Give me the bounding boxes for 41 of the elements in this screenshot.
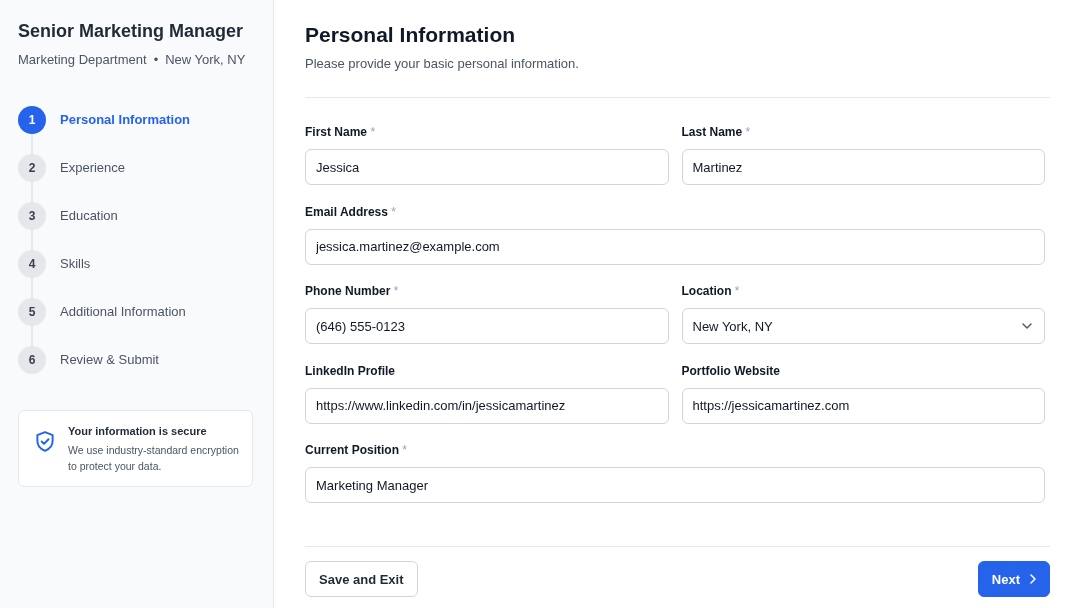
chevron-down-icon: [1022, 323, 1032, 329]
field-label: LinkedIn Profile: [305, 362, 395, 379]
chevron-right-icon: [1030, 574, 1036, 584]
separator-dot: •: [153, 51, 159, 69]
field-label: Last Name *: [681, 124, 751, 140]
field-label: Portfolio Website: [681, 362, 780, 379]
next-button[interactable]: Next: [977, 561, 1050, 597]
step-link[interactable]: Personal Information: [60, 111, 191, 129]
select-field[interactable]: New York, NY: [681, 308, 1045, 344]
text-field[interactable]: Jessica: [305, 149, 669, 185]
page-title: Personal Information: [305, 22, 517, 48]
field-label: Phone Number *: [305, 283, 399, 299]
step-number: 3: [18, 202, 46, 230]
text-field[interactable]: (646) 555-0123: [305, 308, 669, 344]
notice-text: We use industry-standard encryption to protect your data.: [68, 443, 240, 474]
shield-check-icon: [36, 431, 54, 452]
field-label: Location *: [681, 283, 740, 299]
step-number: 6: [18, 346, 46, 374]
step-link[interactable]: Review & Submit: [60, 351, 159, 369]
step-link[interactable]: Experience: [60, 159, 126, 177]
step-link[interactable]: Education: [60, 207, 118, 225]
text-field[interactable]: https://www.linkedin.com/in/jessicamartinez: [305, 387, 669, 424]
field-label: Email Address *: [305, 203, 396, 220]
field-label: Current Position *: [305, 442, 408, 458]
step-link[interactable]: Additional Information: [60, 303, 186, 321]
text-field[interactable]: jessica.martinez@example.com: [305, 228, 1045, 265]
location-text: New York, NY: [165, 51, 246, 69]
step-number: 2: [18, 154, 46, 182]
step-number: 1: [18, 106, 46, 134]
step-number: 4: [18, 250, 46, 278]
text-field[interactable]: Martinez: [681, 149, 1045, 185]
save-exit-button[interactable]: Save and Exit: [305, 561, 418, 597]
notice-title: Your information is secure: [68, 424, 208, 439]
page-subtitle: Please provide your basic personal information.: [305, 55, 580, 73]
text-field[interactable]: Marketing Manager: [305, 467, 1045, 503]
step-number: 5: [18, 298, 46, 326]
department-text: Marketing Department: [18, 51, 147, 69]
job-title: Senior Marketing Manager: [18, 20, 245, 42]
field-label: First Name *: [305, 124, 376, 140]
step-link[interactable]: Skills: [60, 255, 91, 273]
text-field[interactable]: https://jessicamartinez.com: [681, 387, 1045, 424]
